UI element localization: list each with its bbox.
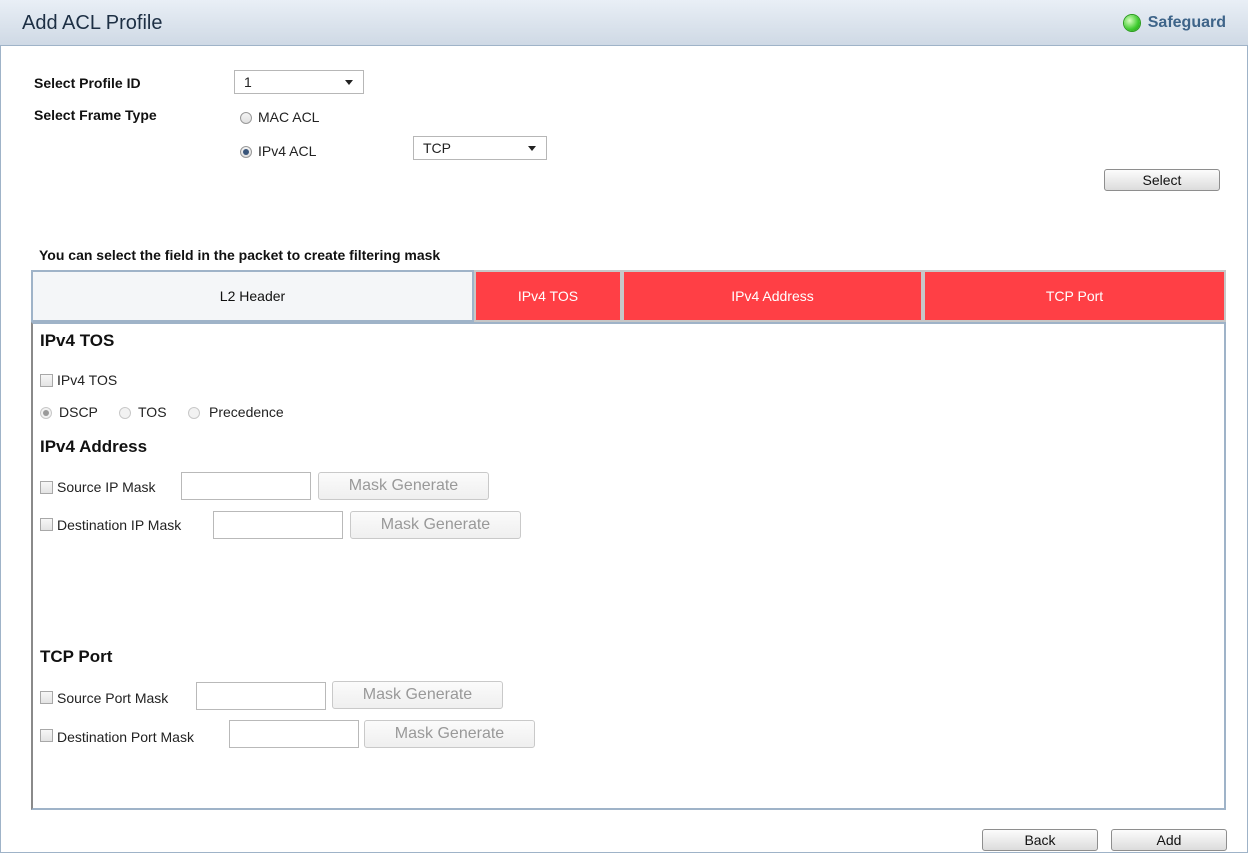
tos-section-title: IPv4 TOS [40,331,115,350]
title-bar: Add ACL Profile Safeguard [0,0,1248,46]
add-button[interactable]: Add [1111,829,1227,851]
safeguard-indicator: Safeguard [1123,14,1226,32]
profile-id-select[interactable]: 1 [234,70,364,94]
protocol-value: TCP [423,140,451,156]
filter-hint: You can select the field in the packet t… [39,247,441,263]
status-dot-icon [1123,15,1140,31]
dscp-radio[interactable] [40,407,52,419]
chevron-down-icon [528,146,536,151]
tos-label: TOS [138,404,167,420]
dscp-label: DSCP [59,404,98,420]
tab-l2-header[interactable]: L2 Header [31,270,474,322]
mask-panel: IPv4 TOS IPv4 TOS DSCP TOS Precedence IP… [31,322,1226,810]
ipv4-acl-label: IPv4 ACL [258,143,317,159]
tab-ipv4-tos[interactable]: IPv4 TOS [474,270,622,322]
tos-radio[interactable] [119,407,131,419]
source-ip-input[interactable] [181,472,311,500]
dest-ip-input[interactable] [213,511,343,539]
dest-port-checkbox[interactable] [40,729,53,742]
profile-id-value: 1 [244,74,252,90]
page-title: Add ACL Profile [22,12,163,34]
select-button[interactable]: Select [1104,169,1220,191]
tos-checkbox-label: IPv4 TOS [57,372,118,388]
frame-type-label: Select Frame Type [34,107,157,123]
back-button[interactable]: Back [982,829,1098,851]
dest-port-mask-generate-button[interactable]: Mask Generate [364,720,535,748]
mac-acl-radio[interactable] [240,112,252,124]
precedence-label: Precedence [209,404,284,420]
tos-checkbox[interactable] [40,374,53,387]
ipv4-acl-radio[interactable] [240,146,252,158]
dest-ip-label: Destination IP Mask [57,517,182,533]
source-port-checkbox[interactable] [40,691,53,704]
safeguard-label: Safeguard [1147,14,1226,31]
packet-field-tabs: L2 Header IPv4 TOS IPv4 Address TCP Port [31,270,1226,322]
chevron-down-icon [345,80,353,85]
dest-ip-checkbox[interactable] [40,518,53,531]
source-ip-checkbox[interactable] [40,481,53,494]
source-port-mask-generate-button[interactable]: Mask Generate [332,681,503,709]
profile-id-label: Select Profile ID [34,75,141,91]
address-section-title: IPv4 Address [40,437,148,456]
source-port-label: Source Port Mask [57,690,169,706]
source-ip-label: Source IP Mask [57,479,156,495]
tab-ipv4-address[interactable]: IPv4 Address [622,270,923,322]
mac-acl-label: MAC ACL [258,109,320,125]
source-ip-mask-generate-button[interactable]: Mask Generate [318,472,489,500]
dest-port-label: Destination Port Mask [57,729,194,745]
dest-port-input[interactable] [229,720,359,748]
tab-tcp-port[interactable]: TCP Port [923,270,1226,322]
precedence-radio[interactable] [188,407,200,419]
protocol-select[interactable]: TCP [413,136,547,160]
port-section-title: TCP Port [40,647,113,666]
dest-ip-mask-generate-button[interactable]: Mask Generate [350,511,521,539]
source-port-input[interactable] [196,682,326,710]
